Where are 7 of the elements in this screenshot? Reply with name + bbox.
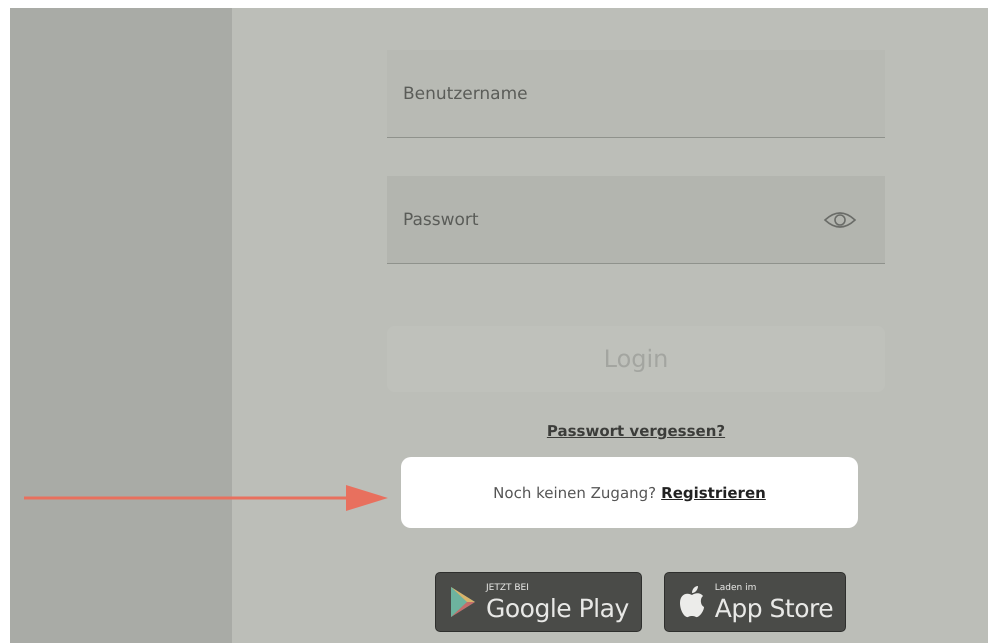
store-badge[interactable]: JETZT BEI Google Play: [435, 572, 642, 632]
input-field[interactable]: Passwort: [401, 208, 823, 230]
forgot-password-link[interactable]: Passwort vergessen?: [546, 422, 726, 440]
input-field[interactable]: Benutzername: [401, 82, 857, 104]
register-link[interactable]: Registrieren: [661, 484, 766, 502]
store-badge[interactable]: Laden im App Store: [664, 572, 846, 632]
register-prompt: Noch keinen Zugang?: [493, 484, 656, 502]
